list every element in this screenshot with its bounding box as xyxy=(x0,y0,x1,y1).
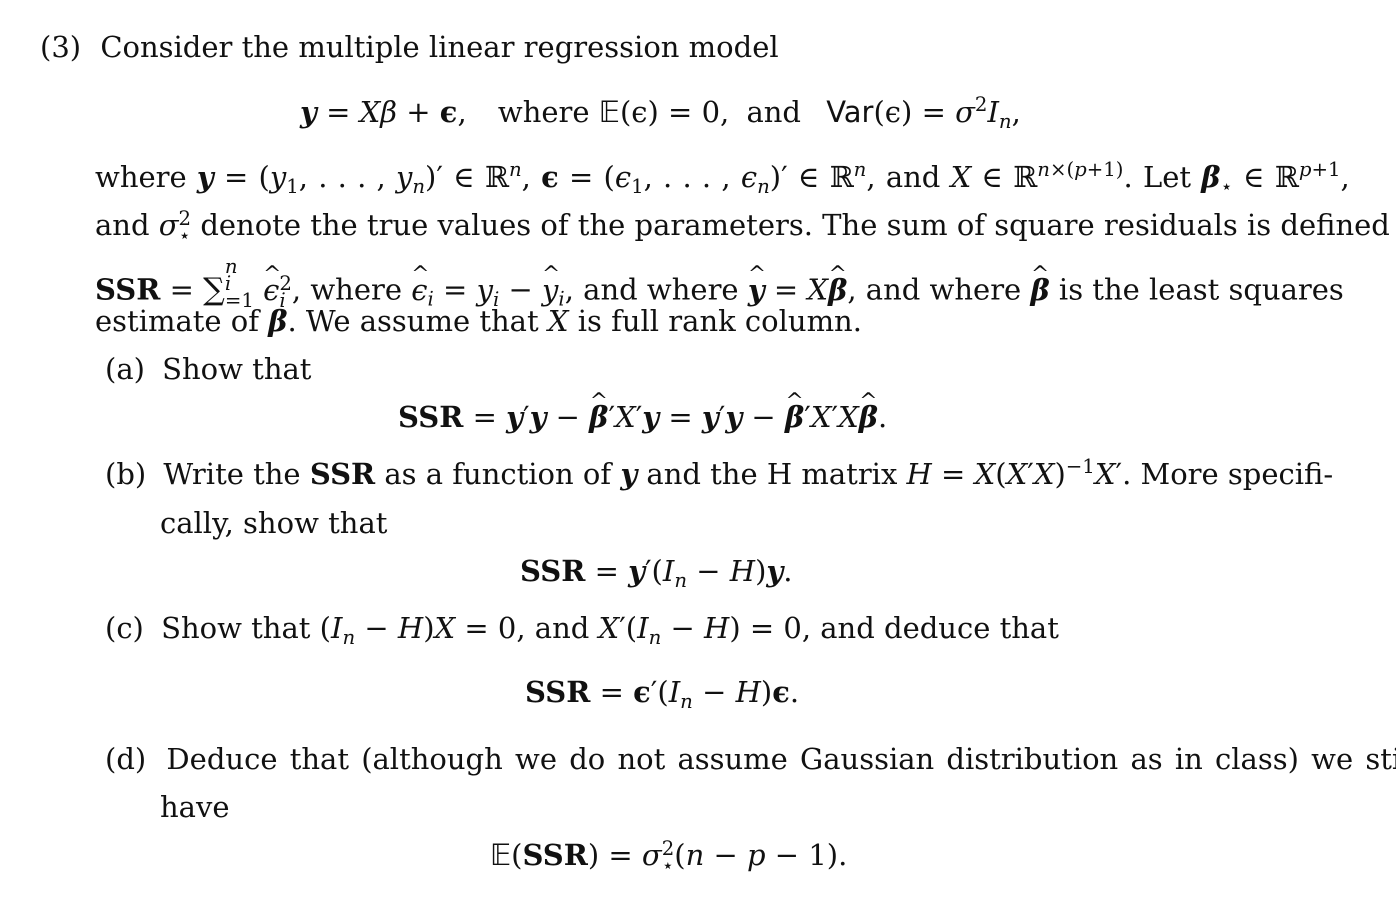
text-least-squares: is the least squares xyxy=(1058,272,1344,307)
variance-operator: Var xyxy=(826,95,874,129)
text-estimate: estimate of xyxy=(95,304,259,338)
part-c-equation: SSR = ϵ′(In − H)ϵ. xyxy=(525,675,800,713)
math-sigma: σ xyxy=(955,95,975,129)
part-b-continuation: cally, show that xyxy=(160,509,387,538)
word-and: and xyxy=(746,95,801,129)
math-plus: + xyxy=(406,95,431,129)
definition-line-4: estimate of β. We assume that X is full … xyxy=(95,304,862,338)
math-square: 2 xyxy=(974,93,988,117)
definition-text: denote the true values of the parameters… xyxy=(200,208,1396,242)
expectation-symbol: 𝔼 xyxy=(598,95,620,129)
part-a-equation: SSR = y′y − β′X′y = y′y − β′X′Xβ. xyxy=(398,391,887,432)
word-where: where xyxy=(497,95,590,129)
definition-line-1: where y = (y1, . . . , yn)′ ∈ ℝn, ϵ = (ϵ… xyxy=(95,158,1350,198)
math-xbeta: Xβ xyxy=(359,95,398,129)
part-b-text-c: and the H matrix xyxy=(646,457,898,491)
word-and: and xyxy=(95,208,150,242)
text-and-where-2: , and where xyxy=(847,272,1022,307)
math-y: y xyxy=(300,95,317,129)
math-eq: = xyxy=(326,95,351,129)
part-b-label: (b) xyxy=(105,457,147,491)
problem-header: (3) Consider the multiple linear regress… xyxy=(40,33,779,62)
part-a: (a) Show that xyxy=(105,355,311,384)
problem-intro: Consider the multiple linear regression … xyxy=(100,30,779,64)
part-c-text-b: , and xyxy=(516,611,590,645)
word-let: Let xyxy=(1142,160,1192,194)
part-c-text-c: , and deduce that xyxy=(801,611,1059,645)
part-d-continuation: have xyxy=(160,793,230,822)
math-mean-arg: (ϵ) xyxy=(619,95,659,129)
math-eq-zero: = 0, xyxy=(668,95,730,129)
part-b-text-a: Write the xyxy=(163,457,301,491)
part-b-text-b: as a function of xyxy=(384,457,612,491)
part-c-label: (c) xyxy=(105,611,144,645)
definition-line-3: SSR = ∑ni=1 ϵ2i, where ϵi = yi − yi, and… xyxy=(95,257,1344,310)
part-a-text: Show that xyxy=(162,352,312,386)
part-b-text-d: . More specifi- xyxy=(1122,457,1334,491)
problem-number: (3) xyxy=(40,30,82,64)
text-assume: . We assume that xyxy=(287,304,539,338)
part-c-text-a: Show that xyxy=(161,611,311,645)
ssr-label: SSR xyxy=(95,272,161,307)
part-c: (c) Show that (In − H)X = 0, and X′(In −… xyxy=(105,611,1059,649)
math-comma: , xyxy=(457,95,467,129)
part-a-label: (a) xyxy=(105,352,145,386)
word-where: where xyxy=(95,160,187,194)
part-d-equation: 𝔼(SSR) = σ 2 ⋆ (n − p − 1). xyxy=(490,837,848,877)
part-b-equation: SSR = y′(In − H)y. xyxy=(520,554,793,592)
part-d-label: (d) xyxy=(105,742,147,776)
math-epsilon: ϵ xyxy=(439,95,458,129)
model-equation: y = Xβ + ϵ, where 𝔼(ϵ) = 0, and Var(ϵ) =… xyxy=(300,95,1021,131)
part-b-ssr: SSR xyxy=(309,457,376,491)
part-d: (d) Deduce that (although we do not assu… xyxy=(105,745,1396,774)
math-identity: I xyxy=(987,95,999,129)
math-eq2: = xyxy=(921,95,946,129)
math-n: n xyxy=(998,109,1012,133)
word-and: and xyxy=(885,160,941,194)
math-comma2: , xyxy=(1011,95,1021,129)
text-full-rank: is full rank column. xyxy=(577,304,862,338)
text-and-where: , and where xyxy=(564,272,739,307)
part-b-cont-text: cally, show that xyxy=(160,506,388,540)
text-where: , where xyxy=(291,272,403,307)
part-d-text: Deduce that (although we do not assume G… xyxy=(166,742,1396,776)
definition-line-2: and σ 2 ⋆ denote the true values of the pa… xyxy=(95,208,1396,245)
math-var-arg: (ϵ) xyxy=(873,95,913,129)
part-b: (b) Write the SSR as a function of y and… xyxy=(105,455,1334,491)
part-d-cont-text: have xyxy=(160,790,230,824)
